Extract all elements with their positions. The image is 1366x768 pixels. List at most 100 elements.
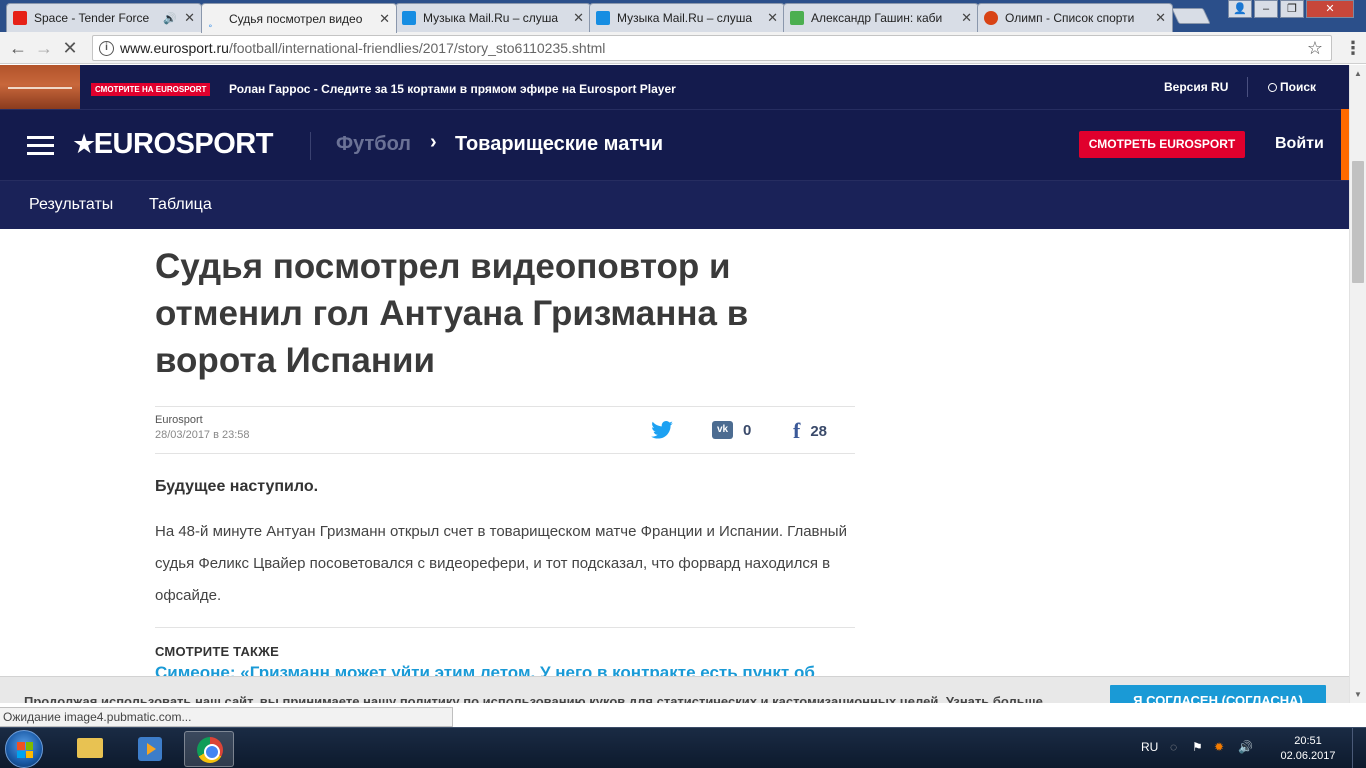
- twitter-icon: [651, 421, 673, 439]
- chrome-icon: [197, 737, 223, 763]
- url-host: www.eurosport.ru: [120, 40, 229, 56]
- chevron-right-icon: ›: [430, 131, 437, 153]
- main-navigation: ★EUROSPORT Футбол › Товарищеские матчи С…: [0, 109, 1349, 180]
- taskbar-explorer[interactable]: [64, 731, 114, 767]
- green-square-icon: [790, 11, 804, 25]
- close-tab-icon[interactable]: ✕: [184, 10, 195, 26]
- avast-icon[interactable]: ✹: [1214, 740, 1224, 754]
- vk-share-count: 0: [743, 421, 752, 439]
- tab-title: Судья посмотрел видео: [229, 11, 363, 26]
- system-clock[interactable]: 20:51 02.06.2017: [1278, 734, 1338, 764]
- learn-more-link[interactable]: Узнать больше: [946, 694, 1043, 703]
- close-tab-icon[interactable]: ✕: [573, 10, 584, 26]
- twitter-share-button[interactable]: [651, 421, 673, 439]
- promo-divider: [1247, 77, 1248, 97]
- tab-title: Музыка Mail.Ru – слуша: [617, 11, 753, 25]
- browser-toolbar: ← → ✕ i www.eurosport.ru/football/intern…: [0, 32, 1366, 64]
- close-tab-icon[interactable]: ✕: [767, 10, 778, 26]
- cookie-agree-button[interactable]: Я СОГЛАСЕН (СОГЛАСНА): [1110, 685, 1326, 703]
- watch-eurosport-button[interactable]: СМОТРЕТЬ EUROSPORT: [1079, 131, 1245, 158]
- show-desktop-button[interactable]: [1352, 728, 1366, 768]
- user-profile-icon[interactable]: 👤: [1228, 0, 1252, 18]
- windows-taskbar: RU ◌ ⚑ ✹ 🔊 20:51 02.06.2017: [0, 727, 1366, 768]
- facebook-share-button[interactable]: f 28: [793, 418, 828, 443]
- windows-logo-icon: [17, 742, 33, 758]
- clock-date: 02.06.2017: [1280, 750, 1336, 762]
- maximize-icon[interactable]: ❐: [1280, 0, 1304, 18]
- search-icon: [1268, 83, 1277, 92]
- version-selector[interactable]: Версия RU: [1164, 80, 1228, 94]
- youtube-icon: [13, 11, 27, 25]
- browser-tab[interactable]: Александр Гашин: каби ✕: [783, 3, 979, 32]
- page-scrollbar[interactable]: ▲ ▼: [1349, 65, 1366, 703]
- language-indicator[interactable]: RU: [1141, 740, 1158, 754]
- article-author[interactable]: Eurosport: [155, 414, 203, 426]
- browser-tab[interactable]: Музыка Mail.Ru – слуша ✕: [395, 3, 591, 32]
- mail-music-icon: [402, 11, 416, 25]
- subnav-table[interactable]: Таблица: [149, 196, 212, 214]
- taskbar-chrome[interactable]: [184, 731, 234, 767]
- subnav-results[interactable]: Результаты: [29, 196, 113, 214]
- cookie-banner: Продолжая использовать наш сайт, вы прин…: [0, 676, 1349, 703]
- url-path: /football/international-friendlies/2017/…: [228, 40, 606, 56]
- browser-status-bar: Ожидание image4.pubmatic.com...: [0, 707, 453, 727]
- vk-share-button[interactable]: vk 0: [712, 421, 751, 439]
- new-tab-button[interactable]: [1171, 8, 1211, 24]
- search-button[interactable]: Поиск: [1268, 80, 1316, 94]
- tennis-court-thumbnail[interactable]: [0, 65, 80, 109]
- web-page: СМОТРИТЕ НА EUROSPORT Ролан Гаррос - Сле…: [0, 65, 1349, 703]
- tab-title: Олимп - Список спорти: [1005, 11, 1135, 25]
- eurosport-logo[interactable]: ★EUROSPORT: [72, 128, 273, 161]
- stop-loading-icon[interactable]: ✕: [58, 36, 82, 60]
- network-icon[interactable]: ◌: [1170, 740, 1177, 754]
- folder-icon: [77, 738, 103, 758]
- login-link[interactable]: Войти: [1275, 135, 1324, 153]
- breadcrumb-football[interactable]: Футбол: [336, 133, 411, 156]
- tab-title: Space - Tender Force: [34, 11, 150, 25]
- tab-title: Александр Гашин: каби: [811, 11, 943, 25]
- search-label: Поиск: [1280, 80, 1317, 94]
- close-tab-icon[interactable]: ✕: [379, 11, 390, 27]
- close-tab-icon[interactable]: ✕: [961, 10, 972, 26]
- olimp-icon: [984, 11, 998, 25]
- action-center-flag-icon[interactable]: ⚑: [1192, 740, 1203, 754]
- start-button[interactable]: [5, 730, 43, 768]
- orange-accent-bar: [1341, 109, 1349, 180]
- hamburger-menu-icon[interactable]: [27, 136, 54, 156]
- facebook-icon: f: [793, 418, 801, 443]
- logo-star-icon: ★: [72, 129, 96, 159]
- back-arrow-icon[interactable]: ←: [6, 36, 30, 60]
- browser-tab[interactable]: Олимп - Список спорти ✕: [977, 3, 1173, 32]
- minimize-icon[interactable]: –: [1254, 0, 1278, 18]
- vk-icon: vk: [712, 421, 733, 439]
- scroll-up-icon[interactable]: ▲: [1354, 69, 1362, 78]
- media-player-icon: [138, 737, 162, 761]
- forward-arrow-icon[interactable]: →: [32, 36, 56, 60]
- browser-menu-icon[interactable]: ⋮: [1344, 38, 1362, 58]
- breadcrumb-friendlies[interactable]: Товарищеские матчи: [455, 133, 663, 156]
- info-icon[interactable]: i: [99, 40, 114, 56]
- sub-navigation: Результаты Таблица: [0, 180, 1349, 229]
- scroll-down-icon[interactable]: ▼: [1354, 690, 1362, 699]
- nav-divider: [310, 132, 311, 160]
- loading-icon: ˳: [208, 10, 213, 27]
- volume-icon[interactable]: 🔊: [1238, 740, 1253, 754]
- close-window-icon[interactable]: ✕: [1306, 0, 1354, 18]
- article-meta-bar: Eurosport 28/03/2017 в 23:58 vk 0 f 28: [155, 406, 855, 454]
- tab-title: Музыка Mail.Ru – слуша: [423, 11, 559, 25]
- address-bar[interactable]: i www.eurosport.ru/football/internationa…: [92, 35, 1332, 61]
- bookmark-star-icon[interactable]: ☆: [1307, 38, 1323, 59]
- speaker-icon[interactable]: 🔊: [163, 12, 177, 25]
- scrollbar-thumb[interactable]: [1352, 161, 1364, 283]
- browser-tab-active[interactable]: ˳ Судья посмотрел видео ✕: [201, 3, 397, 33]
- taskbar-media-player[interactable]: [124, 731, 174, 767]
- close-tab-icon[interactable]: ✕: [1155, 10, 1166, 26]
- browser-tab[interactable]: Музыка Mail.Ru – слуша ✕: [589, 3, 785, 32]
- browser-tab[interactable]: Space - Tender Force 🔊 ✕: [6, 3, 202, 32]
- fb-share-count: 28: [810, 422, 828, 440]
- article-body: На 48-й минуте Антуан Гризманн открыл сч…: [155, 523, 847, 604]
- promo-banner[interactable]: СМОТРИТЕ НА EUROSPORT Ролан Гаррос - Сле…: [0, 65, 1349, 109]
- promo-message[interactable]: Ролан Гаррос - Следите за 15 кортами в п…: [229, 82, 676, 96]
- article-lead: Будущее наступило.: [155, 478, 319, 495]
- article: Судья посмотрел видеоповтор и отменил го…: [155, 229, 855, 683]
